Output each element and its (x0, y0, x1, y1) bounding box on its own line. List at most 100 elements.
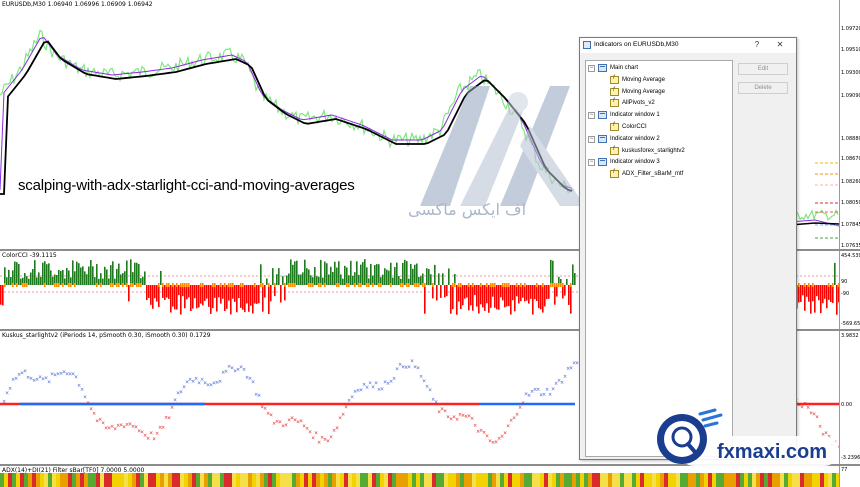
cci-bar (806, 285, 808, 297)
starlight-point: × (416, 366, 420, 372)
dialog-titlebar[interactable]: Indicators on EURUSDb,M30 ? ✕ (580, 38, 796, 53)
cci-bar (50, 270, 52, 285)
cci-bar (350, 260, 352, 285)
cci-bar (370, 263, 372, 285)
cci-bar (128, 285, 130, 302)
cci-bar (474, 285, 476, 296)
adx-bar (256, 473, 260, 487)
cci-bar (154, 285, 156, 299)
scale-tick-label: 1.07635 (841, 243, 860, 249)
adx-bar (76, 473, 80, 487)
adx-bar (796, 473, 800, 487)
cci-bar (42, 262, 44, 285)
starlight-point: × (173, 397, 177, 403)
adx-bar (540, 473, 544, 487)
adx-bar (136, 473, 140, 487)
help-button[interactable]: ? (752, 40, 762, 49)
cci-bar (118, 283, 120, 287)
adx-bar (404, 473, 408, 487)
edit-button[interactable]: Edit (738, 63, 788, 75)
scale-tick-label: 1.08670 (841, 156, 860, 162)
cci-bar (162, 283, 164, 287)
cci-bar (490, 285, 492, 308)
cci-bar (372, 283, 374, 287)
indicator-tree[interactable]: − Main chart Moving Average Moving Average A… (585, 60, 733, 457)
cci-bar (434, 264, 436, 285)
adx-bar (412, 473, 416, 487)
cci-bar (212, 285, 214, 309)
starlight-point: × (335, 426, 339, 432)
adx-bar (72, 473, 76, 487)
adx-bar (144, 473, 148, 487)
adx-bar (524, 473, 528, 487)
tree-item-label: ADX_Filter_sBarM_mtf (622, 171, 684, 178)
tree-collapse-toggle[interactable]: − (588, 112, 595, 120)
cci-bar (136, 283, 138, 287)
adx-bar (360, 473, 364, 487)
adx-bar (724, 473, 728, 487)
cci-bar (336, 283, 338, 287)
cci-bar (68, 270, 70, 285)
cci-bar (542, 283, 544, 287)
cci-bar (570, 283, 572, 287)
tree-collapse-toggle[interactable]: − (588, 135, 595, 143)
cci-bar (472, 285, 474, 311)
cci-bar (812, 283, 814, 287)
tree-item-label: Indicator window 3 (610, 159, 660, 166)
cci-bar (810, 285, 812, 314)
cci-bar (424, 285, 426, 314)
adx-bar (264, 473, 268, 487)
cci-bar (494, 285, 496, 308)
cci-bar (302, 272, 304, 285)
cci-bar (248, 285, 250, 312)
adx-bar (372, 473, 376, 487)
cci-bar (28, 278, 30, 285)
cci-bar (542, 285, 544, 313)
cci-bar (230, 283, 232, 287)
close-button[interactable]: ✕ (775, 40, 785, 49)
tree-collapse-toggle[interactable]: − (588, 159, 595, 167)
cci-bar (294, 283, 296, 287)
adx-bar (480, 473, 484, 487)
cci-bar (260, 264, 262, 285)
delete-button[interactable]: Delete (738, 82, 788, 94)
cci-bar (100, 283, 102, 287)
cci-bar (522, 285, 524, 298)
cci-bar (386, 269, 388, 285)
adx-bar (96, 473, 100, 487)
cci-bar (62, 283, 64, 287)
cci-bar (24, 283, 26, 287)
cci-bar (12, 283, 14, 287)
adx-bar (668, 473, 672, 487)
adx-bar (728, 473, 732, 487)
adx-bar (188, 473, 192, 487)
adx-bar (364, 473, 368, 487)
adx-bar (140, 473, 144, 487)
adx-bar (756, 473, 760, 487)
cci-bar (134, 262, 136, 285)
adx-bar (260, 473, 264, 487)
cci-bar (480, 285, 482, 305)
cci-bar (548, 285, 550, 299)
cci-bar (524, 285, 526, 302)
cci-bar (124, 271, 126, 285)
cci-bar (420, 276, 422, 285)
cci-bar (178, 285, 180, 296)
cci-bar (334, 261, 336, 285)
tree-collapse-toggle[interactable]: − (588, 65, 595, 72)
starlight-point: × (563, 374, 567, 380)
cci-bar (308, 283, 310, 287)
cci-bar (228, 285, 230, 301)
indicators-dialog[interactable]: Indicators on EURUSDb,M30 ? ✕ − Main char… (579, 37, 797, 460)
starlight-point: × (341, 412, 345, 418)
cci-bar (142, 276, 144, 285)
adx-bar (660, 473, 664, 487)
adx-bar (816, 473, 820, 487)
cci-bar (20, 278, 22, 285)
cci-bar (246, 285, 248, 304)
cci-bar (104, 266, 106, 285)
cci-bar (200, 285, 202, 304)
adx-bar (392, 473, 396, 487)
cci-bar (476, 285, 478, 307)
cci-bar (316, 276, 318, 285)
